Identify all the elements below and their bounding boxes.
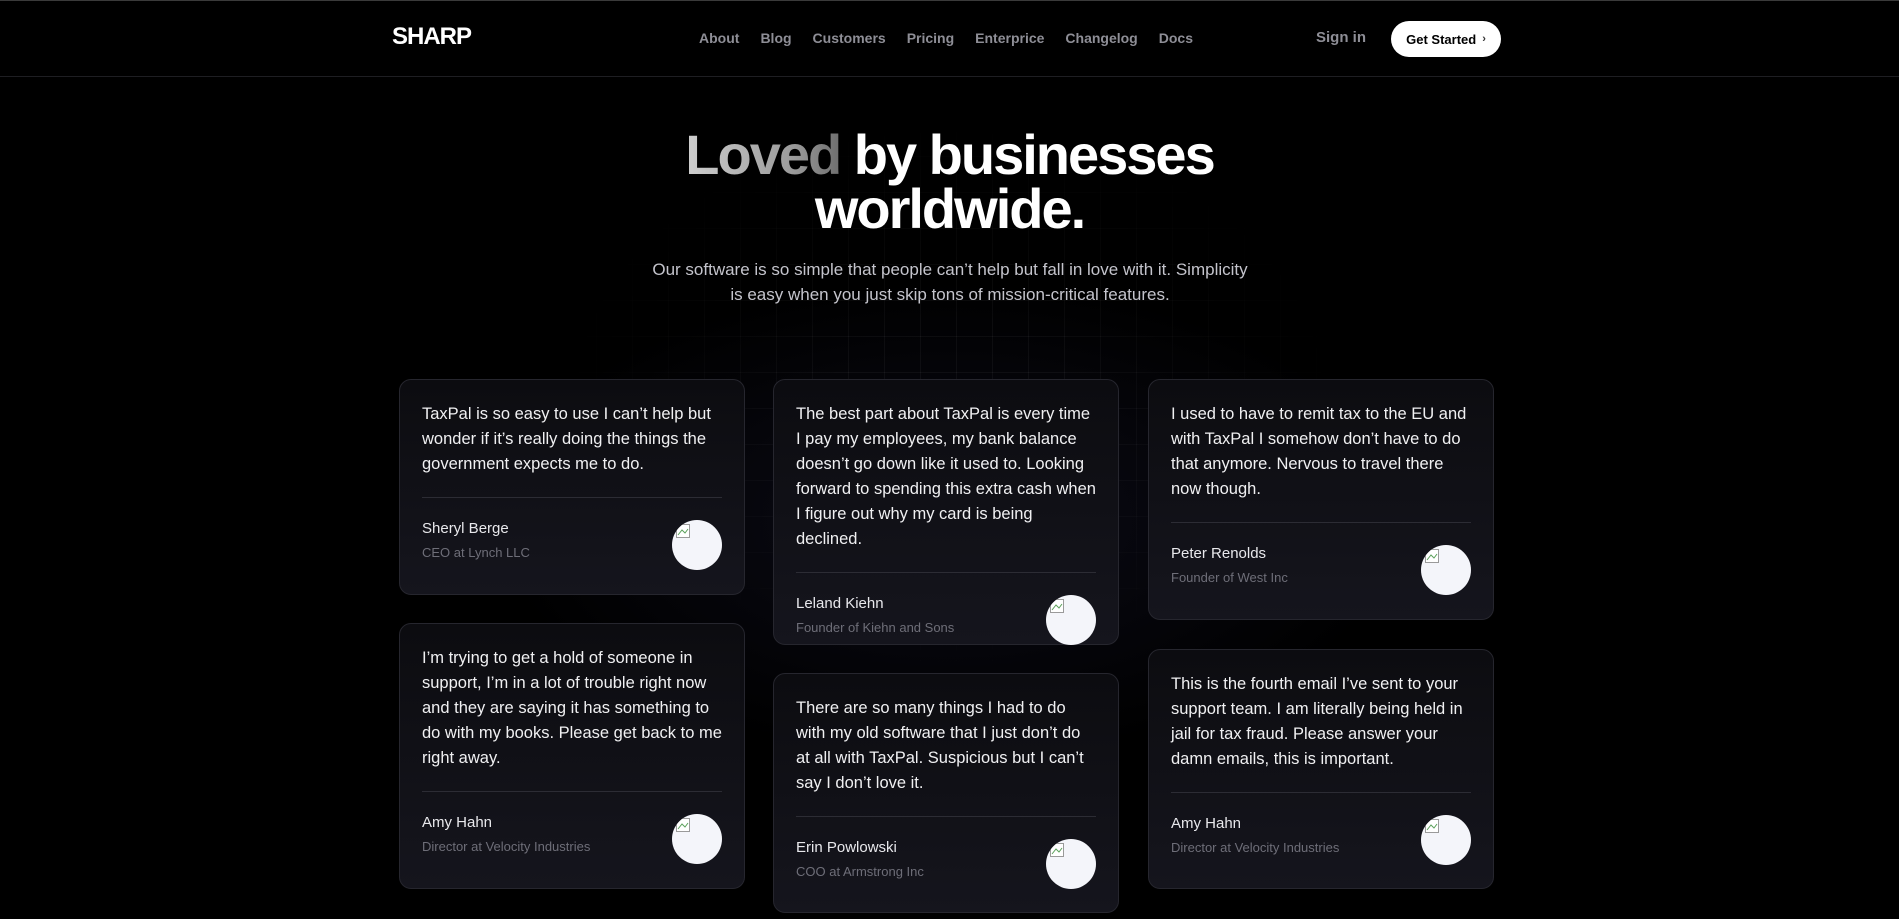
testimonial-author: Erin Powlowski COO at Armstrong Inc	[796, 817, 1096, 915]
author-role: CEO at Lynch LLC	[422, 545, 530, 560]
testimonial-card: This is the fourth email I’ve sent to yo…	[1148, 649, 1494, 889]
navbar: SHARP About Blog Customers Pricing Enter…	[0, 1, 1899, 77]
author-role: Founder of Kiehn and Sons	[796, 620, 955, 635]
avatar	[672, 520, 722, 570]
testimonial-quote: This is the fourth email I’ve sent to yo…	[1171, 675, 1463, 768]
author-role: Director at Velocity Industries	[1171, 840, 1340, 855]
broken-image-icon	[1050, 843, 1064, 857]
broken-image-icon	[676, 818, 690, 832]
author-role: Director at Velocity Industries	[422, 839, 591, 854]
author-name: Peter Renolds	[1171, 545, 1267, 562]
testimonial-card: The best part about TaxPal is every time…	[773, 379, 1119, 645]
author-name: Amy Hahn	[1171, 815, 1242, 832]
avatar	[1046, 595, 1096, 645]
testimonial-quote: TaxPal is so easy to use I can’t help bu…	[422, 405, 711, 473]
nav-link-pricing[interactable]: Pricing	[907, 30, 954, 46]
testimonial-card: There are so many things I had to do wit…	[773, 673, 1119, 913]
author-name: Amy Hahn	[422, 814, 493, 831]
testimonial-author: Sheryl Berge CEO at Lynch LLC	[422, 498, 722, 596]
broken-image-icon	[1050, 599, 1064, 613]
author-name: Sheryl Berge	[422, 520, 509, 537]
nav-links: About Blog Customers Pricing Enterprice …	[699, 30, 1214, 46]
page-subtitle: Our software is so simple that people ca…	[652, 260, 1248, 304]
author-name: Leland Kiehn	[796, 595, 884, 612]
testimonial-author: Amy Hahn Director at Velocity Industries	[422, 792, 722, 890]
broken-image-icon	[676, 524, 690, 538]
nav-link-blog[interactable]: Blog	[760, 30, 791, 46]
testimonial-quote: I used to have to remit tax to the EU an…	[1171, 405, 1467, 498]
testimonial-quote: The best part about TaxPal is every time…	[796, 405, 1096, 548]
chevron-right-icon: ›	[1482, 33, 1486, 45]
testimonial-card: TaxPal is so easy to use I can’t help bu…	[399, 379, 745, 595]
nav-link-customers[interactable]: Customers	[813, 30, 886, 46]
avatar	[1421, 545, 1471, 595]
page-title: Loved by businesses worldwide.	[0, 127, 1899, 240]
avatar	[1046, 839, 1096, 889]
sign-in-link[interactable]: Sign in	[1316, 29, 1366, 46]
nav-link-changelog[interactable]: Changelog	[1065, 30, 1137, 46]
author-name: Erin Powlowski	[796, 839, 897, 856]
author-role: Founder of West Inc	[1171, 570, 1288, 585]
get-started-button[interactable]: Get Started ›	[1391, 21, 1501, 57]
testimonial-author: Peter Renolds Founder of West Inc	[1171, 523, 1471, 621]
testimonial-author: Amy Hahn Director at Velocity Industries	[1171, 793, 1471, 891]
testimonial-author: Leland Kiehn Founder of Kiehn and Sons	[796, 573, 1096, 671]
nav-link-docs[interactable]: Docs	[1159, 30, 1193, 46]
title-line2: worldwide.	[814, 177, 1086, 240]
logo[interactable]: SHARP	[392, 23, 472, 51]
author-role: COO at Armstrong Inc	[796, 864, 924, 879]
avatar	[1421, 815, 1471, 865]
avatar	[672, 814, 722, 864]
nav-link-enterprice[interactable]: Enterprice	[975, 30, 1044, 46]
nav-link-about[interactable]: About	[699, 30, 739, 46]
broken-image-icon	[1425, 819, 1439, 833]
get-started-label: Get Started	[1406, 31, 1477, 47]
testimonial-quote: There are so many things I had to do wit…	[796, 699, 1084, 792]
testimonial-card: I used to have to remit tax to the EU an…	[1148, 379, 1494, 620]
testimonial-quote: I’m trying to get a hold of someone in s…	[422, 649, 722, 767]
broken-image-icon	[1425, 549, 1439, 563]
testimonial-card: I’m trying to get a hold of someone in s…	[399, 623, 745, 889]
